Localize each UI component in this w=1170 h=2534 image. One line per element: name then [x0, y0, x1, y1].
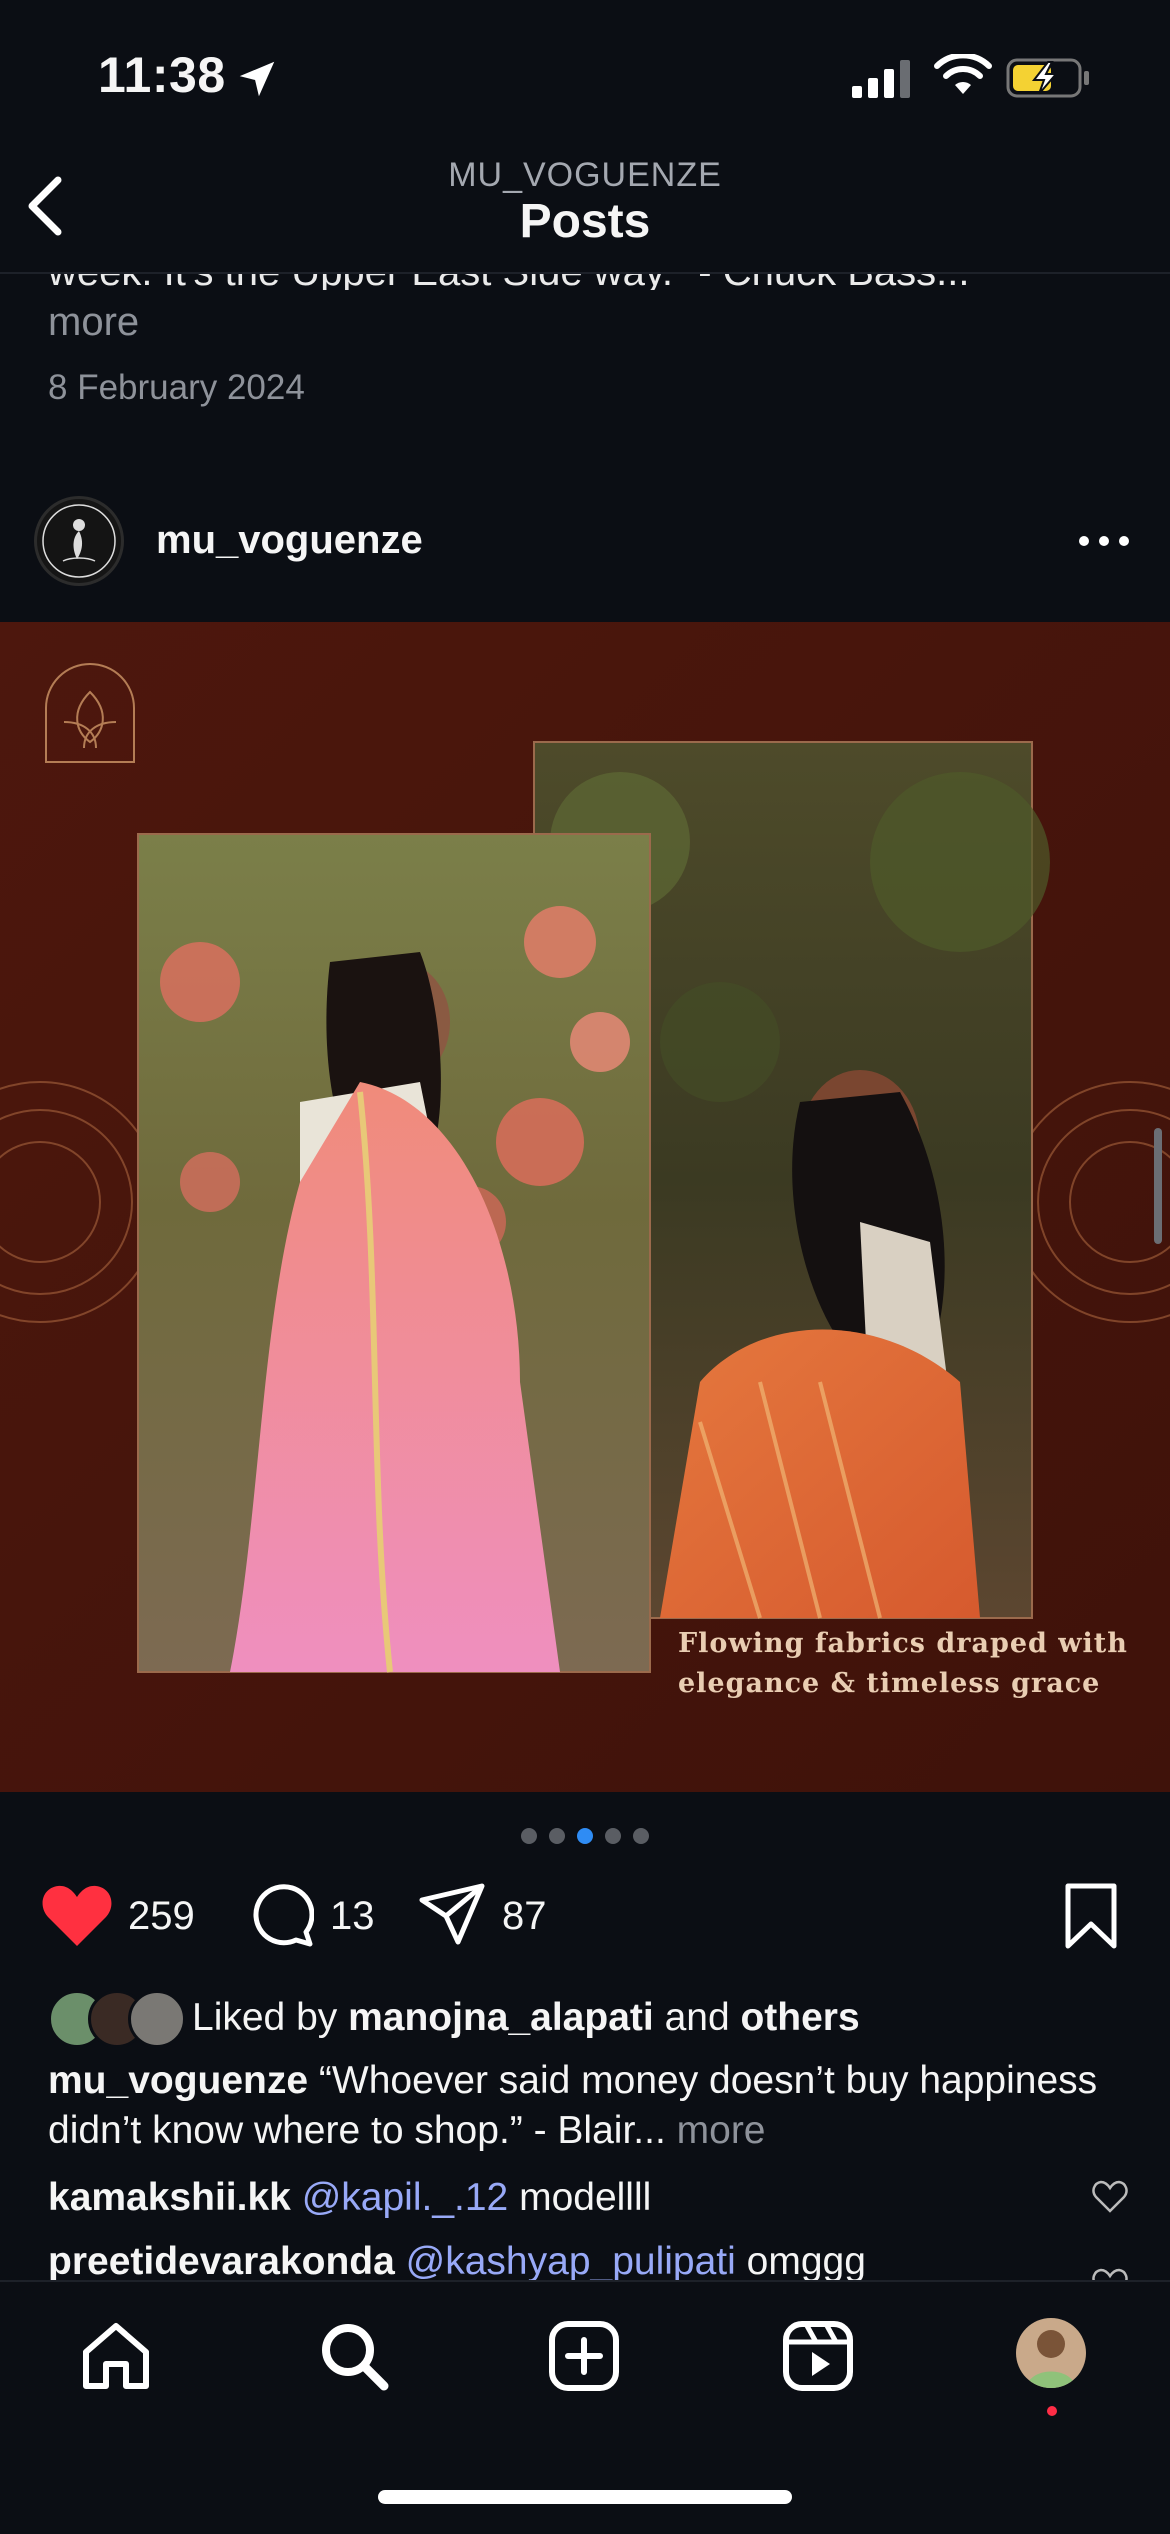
- home-indicator[interactable]: [378, 2490, 792, 2504]
- notification-dot: [1047, 2406, 1057, 2416]
- liked-avatar-3: [128, 1990, 186, 2048]
- carousel-dot: [605, 1828, 621, 1844]
- profile-avatar[interactable]: [1016, 2318, 1086, 2388]
- post-caption: mu_voguenze “Whoever said money doesn’t …: [48, 2056, 1128, 2156]
- profile-photo-icon: [1016, 2318, 1086, 2388]
- liked-by-others[interactable]: others: [740, 1996, 859, 2039]
- previous-post-more-link[interactable]: more: [48, 300, 139, 345]
- carousel-dot: [633, 1828, 649, 1844]
- liked-by-text[interactable]: Liked by manojna_alapati and others: [192, 1996, 860, 2040]
- previous-post-date: 8 February 2024: [48, 368, 305, 407]
- brand-logo-icon: [42, 504, 116, 578]
- post-author-avatar[interactable]: [34, 496, 124, 586]
- caption-more-link[interactable]: more: [677, 2109, 766, 2152]
- liked-by-user[interactable]: manojna_alapati: [348, 1996, 654, 2039]
- carousel-dot: [521, 1828, 537, 1844]
- previous-post-caption: week. It's the Upper East Side way." - C…: [48, 250, 970, 290]
- scroll-indicator: [1154, 1128, 1162, 1244]
- comment-username[interactable]: preetidevarakonda: [48, 2240, 395, 2283]
- wifi-icon: [934, 54, 992, 94]
- comment-count[interactable]: 13: [330, 1894, 375, 1939]
- save-bookmark-icon[interactable]: [1062, 1882, 1120, 1950]
- page-title: Posts: [519, 195, 651, 248]
- header-account-name: MU_VOGUENZE: [448, 156, 722, 194]
- status-time: 11:38: [98, 47, 226, 103]
- carousel-dot-active: [577, 1828, 593, 1844]
- post-image-artwork: Flowing fabrics draped with elegance & t…: [0, 622, 1170, 1792]
- comment-icon[interactable]: [248, 1882, 314, 1948]
- comment-mention[interactable]: @kashyap_pulipati: [406, 2240, 736, 2283]
- comment-row: preetidevarakonda @kashyap_pulipati omgg…: [48, 2240, 866, 2284]
- reels-icon[interactable]: [780, 2318, 856, 2394]
- liked-by-avatars[interactable]: [48, 1990, 186, 2048]
- create-icon[interactable]: [546, 2318, 622, 2394]
- comment-text: omggg: [746, 2240, 866, 2283]
- liked-by-and: and: [664, 1996, 730, 2039]
- comment-like-icon[interactable]: [1092, 2180, 1128, 2214]
- post-username[interactable]: mu_voguenze: [156, 518, 423, 563]
- like-count[interactable]: 259: [128, 1894, 195, 1939]
- more-options-icon[interactable]: [1076, 526, 1132, 556]
- post-image[interactable]: Flowing fabrics draped with elegance & t…: [0, 622, 1170, 1792]
- comment-row: kamakshii.kk @kapil._.12 modellll: [48, 2176, 651, 2220]
- header-divider: [0, 272, 1170, 274]
- comment-text: modellll: [519, 2176, 652, 2219]
- caption-username[interactable]: mu_voguenze: [48, 2059, 308, 2102]
- image-overlay-text-line2: elegance & timeless grace: [678, 1668, 1100, 1699]
- home-icon[interactable]: [78, 2318, 154, 2394]
- liked-by-prefix: Liked by: [192, 1996, 338, 2039]
- search-icon[interactable]: [316, 2318, 392, 2394]
- comment-mention[interactable]: @kapil._.12: [302, 2176, 509, 2219]
- carousel-indicator: [0, 1828, 1170, 1849]
- carousel-dot: [549, 1828, 565, 1844]
- like-heart-icon[interactable]: [40, 1882, 114, 1948]
- image-overlay-text-line1: Flowing fabrics draped with: [678, 1628, 1128, 1659]
- share-paper-plane-icon[interactable]: [418, 1880, 486, 1948]
- cellular-signal-icon: [852, 60, 910, 98]
- location-arrow-icon: [239, 61, 275, 97]
- share-count[interactable]: 87: [502, 1894, 547, 1939]
- comment-username[interactable]: kamakshii.kk: [48, 2176, 291, 2219]
- battery-charging-icon: [1006, 58, 1089, 98]
